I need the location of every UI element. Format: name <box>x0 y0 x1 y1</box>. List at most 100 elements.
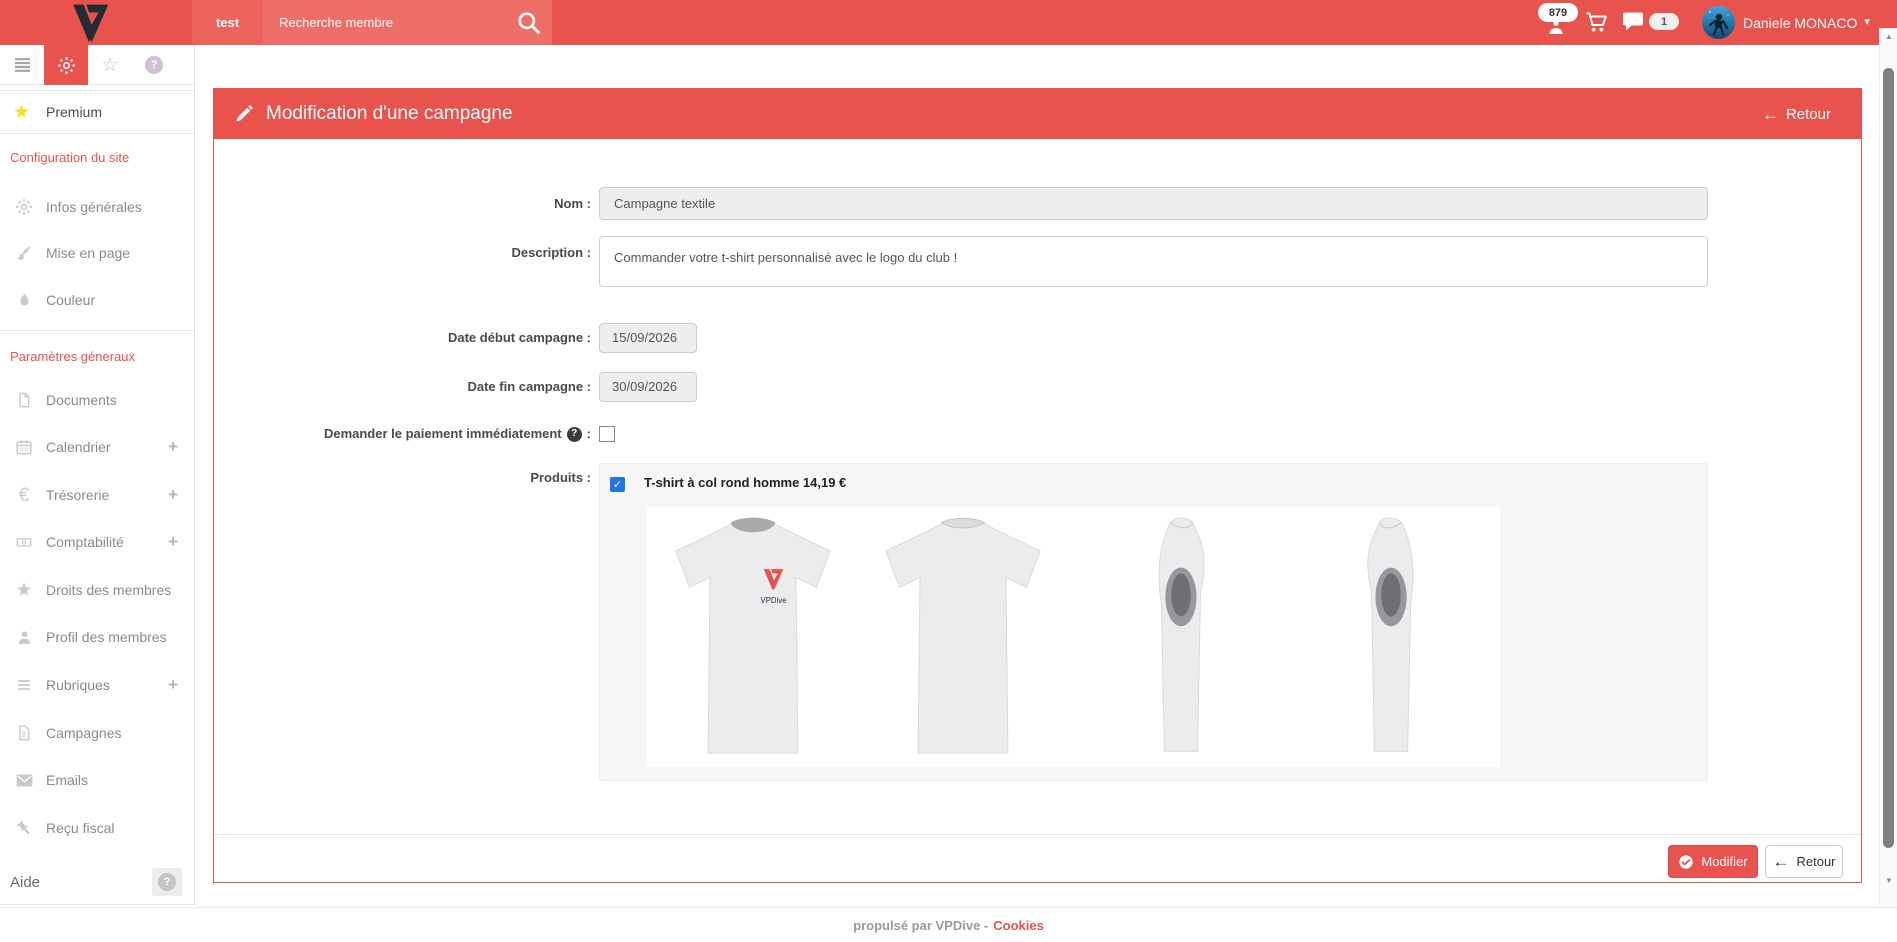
gear-icon <box>57 56 76 75</box>
sidebar-tabstrip: ☆ ? <box>0 45 195 85</box>
search-icon[interactable] <box>515 9 542 36</box>
user-icon <box>13 626 35 648</box>
cookies-link[interactable]: Cookies <box>993 918 1044 933</box>
plus-icon[interactable]: + <box>168 437 178 457</box>
sidebar-item-label: Infos générales <box>46 199 142 215</box>
scrollbar[interactable]: ▲ ▼ <box>1879 28 1897 905</box>
cart-icon[interactable] <box>1584 10 1608 34</box>
question-icon: ? <box>158 873 176 891</box>
member-count: 879 <box>1549 7 1567 19</box>
scrollbar-thumb[interactable] <box>1883 68 1894 848</box>
sidebar-item-profil-des-membres[interactable]: Profil des membres <box>0 615 194 659</box>
scroll-up-icon[interactable]: ▲ <box>1880 32 1897 41</box>
paiement-label-text: Demander le paiement immédiatement <box>324 419 562 449</box>
scroll-down-icon[interactable]: ▼ <box>1880 876 1897 885</box>
plus-icon[interactable]: + <box>168 675 178 695</box>
back-label: Retour <box>1786 106 1831 123</box>
avatar[interactable] <box>1702 6 1735 39</box>
campaign-panel: Modification d'une campagne ← Retour Nom… <box>213 88 1862 883</box>
file-text-icon <box>13 722 35 744</box>
date-fin-input[interactable]: 30/09/2026 <box>599 372 697 402</box>
product-images: VPDive <box>647 507 1500 767</box>
panel-header: Modification d'une campagne ← Retour <box>214 89 1861 139</box>
vpdive-logo-icon[interactable] <box>66 2 112 44</box>
page: test 879 1 <box>0 0 1897 942</box>
products-container: ✓ T-shirt à col rond homme 14,19 € VPDiv… <box>599 463 1708 781</box>
sidebar-item-label: Mise en page <box>46 245 130 261</box>
premium-star-icon: ★ <box>13 103 35 122</box>
sidebar-item-campagnes[interactable]: Campagnes <box>0 711 194 755</box>
sidebar-item-comptabilite[interactable]: Comptabilité + <box>0 520 194 564</box>
tab-settings[interactable] <box>44 45 88 85</box>
sidebar-item-documents[interactable]: Documents <box>0 378 194 422</box>
search-input[interactable] <box>263 0 509 45</box>
sidebar-item-couleur[interactable]: Couleur <box>0 278 194 322</box>
retour-button[interactable]: ← Retour <box>1765 845 1843 878</box>
sidebar-item-label: Profil des membres <box>46 629 167 645</box>
sidebar-item-label: Comptabilité <box>46 534 124 550</box>
star-outline-icon: ☆ <box>101 56 118 75</box>
nom-input[interactable]: Campagne textile <box>599 187 1708 220</box>
star-icon: ★ <box>13 579 35 601</box>
aide-help-button[interactable]: ? <box>152 868 182 896</box>
euro-icon: € <box>13 484 35 506</box>
check-circle-icon <box>1678 854 1694 870</box>
paiement-checkbox[interactable] <box>599 426 615 442</box>
page-title: Modification d'une campagne <box>266 103 513 125</box>
plus-icon[interactable]: + <box>168 532 178 552</box>
sidebar-item-premium[interactable]: ★ Premium <box>0 90 194 134</box>
sidebar-item-tresorerie[interactable]: € Trésorerie + <box>0 473 194 517</box>
sidebar-item-emails[interactable]: Emails <box>0 758 194 802</box>
sidebar-item-label: Reçu fiscal <box>46 820 114 836</box>
sidebar-item-label: Calendrier <box>46 439 111 455</box>
premium-label: Premium <box>46 104 102 120</box>
product-checkbox[interactable]: ✓ <box>610 477 625 492</box>
user-menu[interactable]: Daniele MONACO ▾ <box>1743 0 1870 45</box>
help-icon[interactable]: ? <box>567 427 582 442</box>
chat-icon[interactable] <box>1621 11 1645 33</box>
plus-icon[interactable]: + <box>168 485 178 505</box>
banknote-icon <box>13 531 35 553</box>
brush-icon <box>13 242 35 264</box>
tab-menu[interactable] <box>0 45 44 85</box>
member-count-badge[interactable]: 879 <box>1538 3 1578 22</box>
club-tab[interactable]: test <box>192 0 263 45</box>
sidebar-item-rubriques[interactable]: Rubriques + <box>0 663 194 707</box>
product-name: T-shirt à col rond homme 14,19 € <box>644 475 846 490</box>
arrow-left-icon: ← <box>1772 853 1789 870</box>
date-debut-input[interactable]: 15/09/2026 <box>599 323 697 353</box>
sidebar-item-droits-des-membres[interactable]: ★ Droits des membres <box>0 568 194 612</box>
sidebar-item-label: Documents <box>46 392 117 408</box>
sidebar-item-infos-generales[interactable]: Infos générales <box>0 185 194 229</box>
header-back-button[interactable]: ← Retour <box>1762 106 1831 123</box>
pencil-icon <box>234 104 254 124</box>
list-icon <box>13 674 35 696</box>
sidebar-item-label: Emails <box>46 772 88 788</box>
avatar-photo <box>1702 6 1735 39</box>
topbar: test 879 1 <box>0 0 1897 45</box>
droplet-icon <box>13 289 35 311</box>
tab-favorites[interactable]: ☆ <box>88 45 132 85</box>
sidebar-item-mise-en-page[interactable]: Mise en page <box>0 231 194 275</box>
section-config-header: Configuration du site <box>10 148 190 168</box>
section-params-header: Paramètres géneraux <box>10 347 190 367</box>
check-icon: ✓ <box>613 478 622 491</box>
chat-count: 1 <box>1661 16 1667 28</box>
calendar-icon <box>13 436 35 458</box>
modifier-label: Modifier <box>1701 854 1747 869</box>
chat-count-badge[interactable]: 1 <box>1649 13 1679 30</box>
powered-by: propulsé par VPDive - <box>853 918 988 933</box>
page-footer: propulsé par VPDive - Cookies <box>0 907 1897 942</box>
tab-help[interactable]: ? <box>132 45 176 85</box>
tshirt-side-image <box>1347 511 1439 761</box>
member-search <box>263 0 552 45</box>
sidebar-item-recu-fiscal[interactable]: Reçu fiscal <box>0 806 194 850</box>
description-input[interactable]: Commander votre t-shirt personnalisé ave… <box>599 236 1708 287</box>
sidebar: ★ Premium Configuration du site Infos gé… <box>0 85 195 905</box>
modifier-button[interactable]: Modifier <box>1668 845 1758 878</box>
sidebar-item-calendrier[interactable]: Calendrier + <box>0 425 194 469</box>
colon: : <box>587 419 591 449</box>
description-label: Description : <box>214 236 591 269</box>
nom-label: Nom : <box>214 187 591 220</box>
date-debut-label: Date début campagne : <box>214 323 591 353</box>
